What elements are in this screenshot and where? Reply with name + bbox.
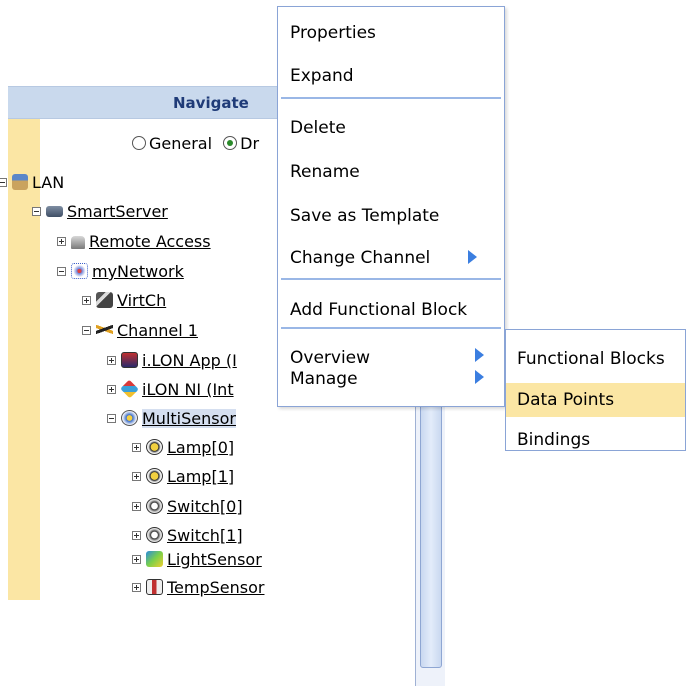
expand-icon[interactable]	[82, 296, 91, 305]
tree-node-lan[interactable]: LAN	[0, 172, 64, 194]
collapse-icon[interactable]	[0, 178, 7, 187]
collapse-icon[interactable]	[32, 207, 41, 216]
menu-item-properties[interactable]: Properties	[290, 21, 376, 45]
menu-item-delete[interactable]: Delete	[290, 116, 346, 140]
menu-item-change-channel[interactable]: Change Channel	[290, 246, 430, 270]
menu-separator	[281, 278, 501, 280]
tree-node-mynetwork[interactable]: myNetwork	[57, 261, 184, 283]
radio-general[interactable]	[132, 136, 146, 150]
vertical-scrollbar[interactable]	[415, 386, 445, 686]
menu-item-expand[interactable]: Expand	[290, 64, 354, 88]
tree-label[interactable]: iLON NI (Int	[142, 380, 234, 399]
submenu-item-functional-blocks[interactable]: Functional Blocks	[506, 342, 685, 376]
network-icon	[71, 263, 88, 279]
tree-node-virtch[interactable]: VirtCh	[82, 290, 166, 312]
tree-label[interactable]: Switch[1]	[167, 526, 243, 545]
tree-label: LAN	[32, 173, 65, 192]
tree-node-switch0[interactable]: Switch[0]	[132, 496, 243, 518]
overview-submenu: Functional Blocks Data Points Bindings	[505, 329, 686, 451]
scrollbar-thumb[interactable]	[420, 386, 442, 668]
expand-icon[interactable]	[132, 502, 141, 511]
telephone-icon	[71, 236, 85, 249]
tree-node-smartserver[interactable]: SmartServer	[32, 201, 168, 223]
menu-item-add-functional-block[interactable]: Add Functional Block	[290, 298, 467, 322]
device-app-icon	[121, 352, 138, 368]
thermometer-icon	[146, 579, 163, 595]
tree-label[interactable]: LightSensor	[167, 550, 262, 569]
tree-label[interactable]: Channel 1	[117, 321, 198, 340]
server-icon	[46, 206, 63, 217]
tree-label[interactable]: Remote Access	[89, 232, 211, 251]
menu-item-rename[interactable]: Rename	[290, 160, 360, 184]
tree-node-tempsensor[interactable]: TempSensor	[132, 577, 264, 599]
virtual-channel-icon	[96, 292, 113, 308]
lan-network-icon	[12, 174, 28, 190]
tree-node-remote-access[interactable]: Remote Access	[57, 231, 211, 253]
radio-general-label: General	[149, 134, 213, 153]
expand-icon[interactable]	[132, 472, 141, 481]
tree-label[interactable]: TempSensor	[167, 578, 264, 597]
menu-item-save-as-template[interactable]: Save as Template	[290, 204, 439, 228]
radio-driver[interactable]	[223, 136, 238, 150]
tree-label[interactable]: VirtCh	[117, 291, 166, 310]
tree-node-ilon-app[interactable]: i.LON App (I	[107, 350, 237, 372]
tree-node-lamp0[interactable]: Lamp[0]	[132, 437, 234, 459]
submenu-arrow-icon	[475, 348, 484, 362]
tree-label[interactable]: i.LON App (I	[142, 351, 237, 370]
submenu-item-data-points[interactable]: Data Points	[506, 383, 685, 417]
view-radio-group: General Dr	[132, 134, 259, 153]
tree-node-multisensor[interactable]: MultiSensor	[107, 408, 236, 430]
expand-icon[interactable]	[107, 356, 116, 365]
tree-node-channel1[interactable]: Channel 1	[82, 320, 198, 342]
lamp-icon	[146, 439, 163, 455]
channel-icon	[96, 322, 113, 338]
expand-icon[interactable]	[132, 531, 141, 540]
expand-icon[interactable]	[107, 385, 116, 394]
switch-icon	[146, 527, 163, 543]
tree-label[interactable]: SmartServer	[67, 202, 168, 221]
expand-icon[interactable]	[57, 237, 66, 246]
tree-label[interactable]: MultiSensor	[142, 409, 236, 428]
tree-label[interactable]: Switch[0]	[167, 497, 243, 516]
tree-node-switch1[interactable]: Switch[1]	[132, 525, 243, 547]
tree-node-ilon-ni[interactable]: iLON NI (Int	[107, 379, 234, 401]
radio-driver-label: Dr	[240, 134, 260, 153]
expand-icon[interactable]	[132, 583, 141, 592]
submenu-arrow-icon	[468, 250, 477, 264]
light-sensor-icon	[146, 551, 163, 567]
network-interface-icon	[120, 379, 139, 399]
submenu-item-bindings[interactable]: Bindings	[506, 423, 685, 457]
expand-icon[interactable]	[132, 555, 141, 564]
context-menu: Properties Expand Delete Rename Save as …	[277, 6, 505, 407]
tree-label[interactable]: Lamp[1]	[167, 467, 234, 486]
collapse-icon[interactable]	[82, 326, 91, 335]
tree-label[interactable]: Lamp[0]	[167, 438, 234, 457]
tree-node-lamp1[interactable]: Lamp[1]	[132, 466, 234, 488]
switch-icon	[146, 498, 163, 514]
menu-item-manage[interactable]: Manage	[290, 367, 358, 391]
lamp-icon	[146, 468, 163, 484]
tree-label[interactable]: myNetwork	[92, 262, 184, 281]
collapse-icon[interactable]	[57, 267, 66, 276]
submenu-arrow-icon	[475, 370, 484, 384]
navigator-title: Navigate	[173, 94, 249, 112]
tree-node-lightsensor[interactable]: LightSensor	[132, 549, 262, 571]
multisensor-icon	[121, 410, 138, 426]
collapse-icon[interactable]	[107, 414, 116, 423]
menu-separator	[281, 97, 501, 99]
menu-separator	[281, 327, 501, 329]
expand-icon[interactable]	[132, 443, 141, 452]
